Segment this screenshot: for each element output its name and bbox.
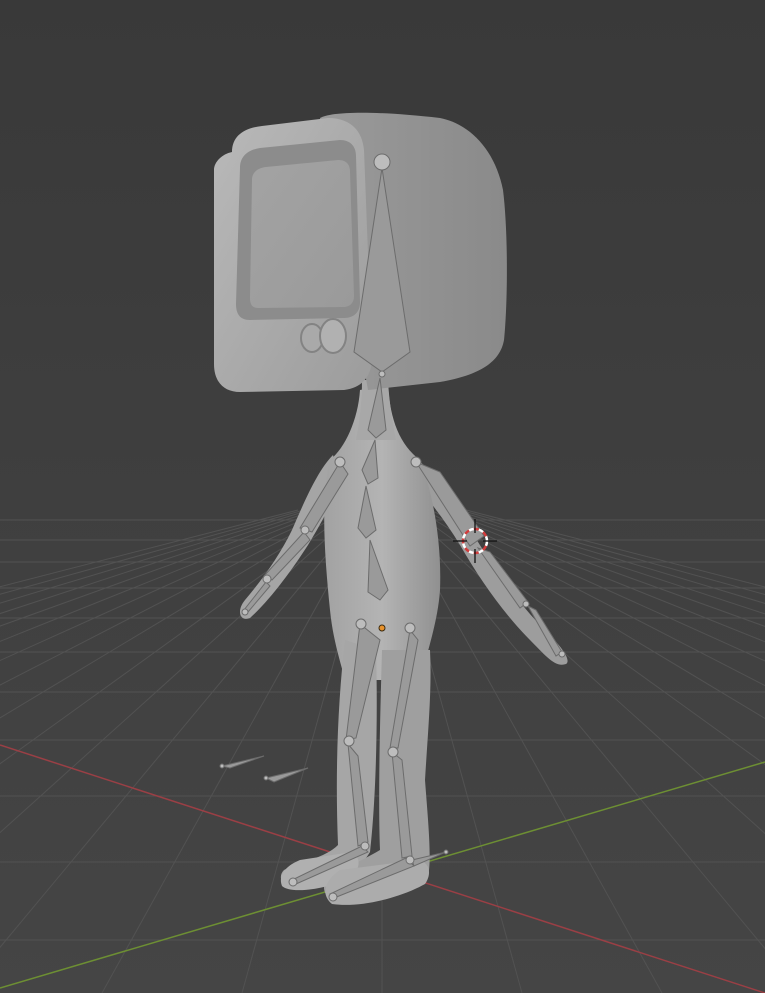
- tv-knob-right: [319, 318, 347, 354]
- tv-screen: [250, 160, 354, 308]
- object-origin[interactable]: [378, 624, 386, 632]
- 3d-viewport[interactable]: [0, 0, 765, 993]
